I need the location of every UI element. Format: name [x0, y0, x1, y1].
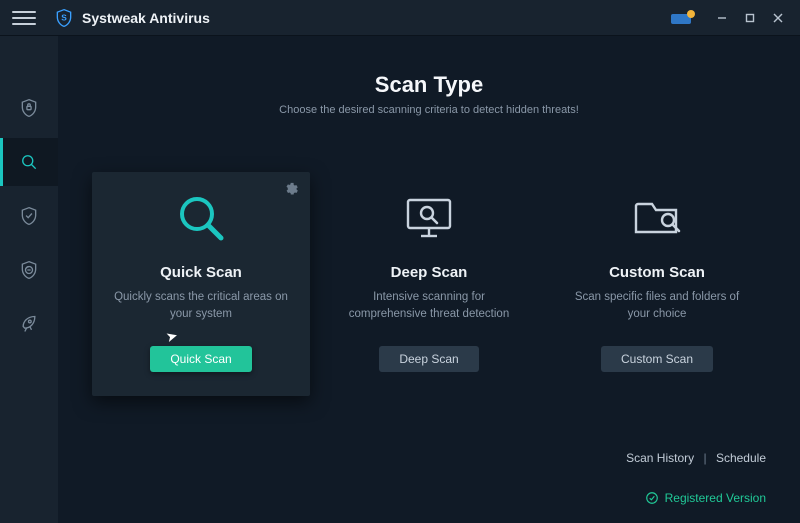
custom-scan-desc: Scan specific files and folders of your …	[566, 289, 748, 324]
titlebar: S Systweak Antivirus	[0, 0, 800, 36]
registered-label: Registered Version	[665, 491, 766, 505]
page-subtitle: Choose the desired scanning criteria to …	[92, 104, 766, 116]
quick-scan-button[interactable]: Quick Scan	[150, 346, 251, 372]
custom-scan-button[interactable]: Custom Scan	[601, 346, 713, 372]
rocket-icon	[19, 314, 39, 334]
maximize-button[interactable]	[736, 4, 764, 32]
app-logo-icon: S	[54, 8, 74, 28]
nav-scan[interactable]	[0, 138, 58, 186]
close-button[interactable]	[764, 4, 792, 32]
check-circle-icon	[645, 491, 659, 505]
nav-status[interactable]	[0, 84, 58, 132]
shield-check-icon	[19, 206, 39, 226]
card-custom-scan[interactable]: Custom Scan Scan specific files and fold…	[548, 172, 766, 396]
shield-lock-icon	[19, 98, 39, 118]
schedule-link[interactable]: Schedule	[716, 451, 766, 465]
deep-scan-desc: Intensive scanning for comprehensive thr…	[338, 289, 520, 324]
search-large-icon	[175, 192, 227, 244]
quick-scan-icon	[175, 190, 227, 246]
quick-scan-title: Quick Scan	[160, 264, 242, 281]
quick-scan-desc: Quickly scans the critical areas on your…	[110, 289, 292, 324]
card-quick-scan[interactable]: Quick Scan Quickly scans the critical ar…	[92, 172, 310, 396]
nav-quarantine[interactable]	[0, 246, 58, 294]
main-content: Scan Type Choose the desired scanning cr…	[58, 36, 800, 523]
card-deep-scan[interactable]: Deep Scan Intensive scanning for compreh…	[320, 172, 538, 396]
nav-protection[interactable]	[0, 192, 58, 240]
separator: |	[703, 451, 706, 465]
shield-e-icon	[19, 260, 39, 280]
menu-button[interactable]	[12, 6, 36, 30]
sidebar	[0, 36, 58, 523]
deep-scan-title: Deep Scan	[391, 264, 468, 281]
premium-badge-icon[interactable]	[668, 9, 698, 27]
deep-scan-icon	[404, 190, 454, 246]
page-title: Scan Type	[92, 72, 766, 98]
folder-search-icon	[632, 196, 682, 240]
deep-scan-button[interactable]: Deep Scan	[379, 346, 478, 372]
gear-icon	[284, 182, 298, 196]
footer-links: Scan History | Schedule	[626, 451, 766, 465]
custom-scan-title: Custom Scan	[609, 264, 705, 281]
quick-scan-settings-button[interactable]	[284, 182, 298, 201]
monitor-search-icon	[404, 196, 454, 240]
custom-scan-icon	[632, 190, 682, 246]
app-title: Systweak Antivirus	[82, 10, 210, 26]
nav-boost[interactable]	[0, 300, 58, 348]
scan-cards: Quick Scan Quickly scans the critical ar…	[92, 172, 766, 396]
minimize-button[interactable]	[708, 4, 736, 32]
scan-history-link[interactable]: Scan History	[626, 451, 694, 465]
registered-status: Registered Version	[645, 491, 766, 505]
svg-text:S: S	[61, 12, 67, 22]
search-icon	[19, 152, 39, 172]
